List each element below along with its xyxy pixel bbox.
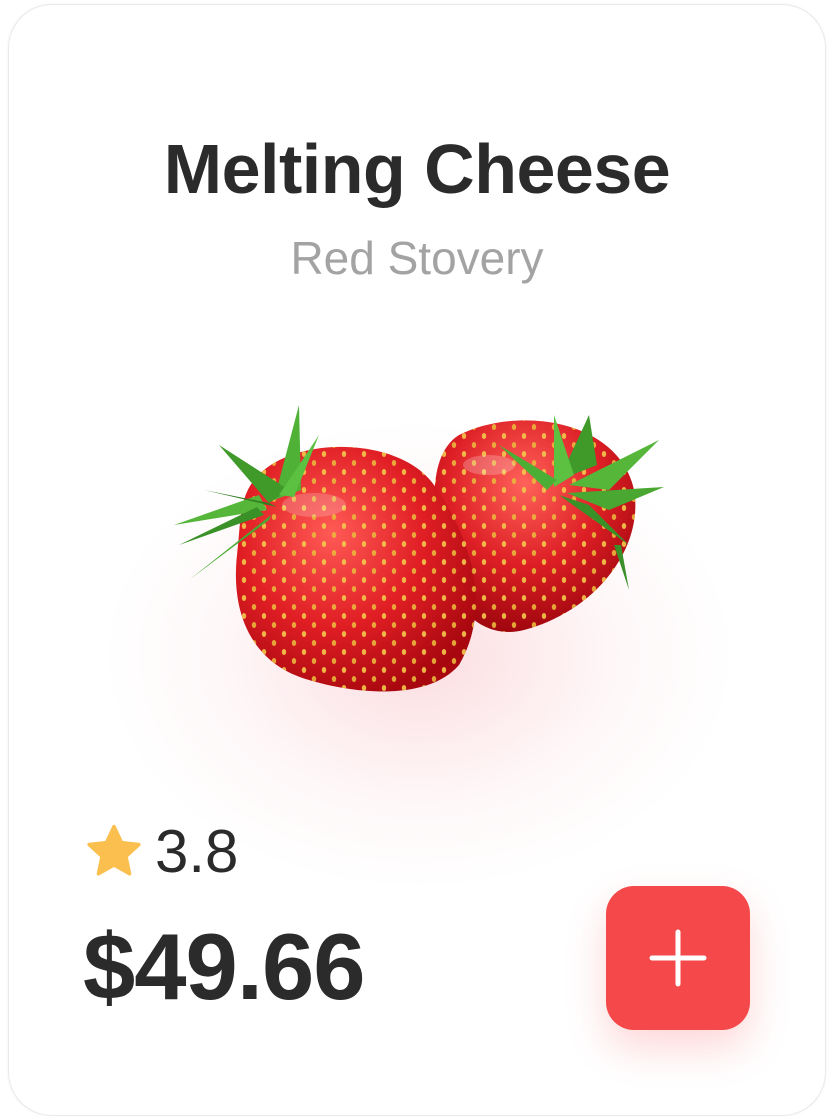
plus-icon: [649, 929, 707, 987]
product-name: Melting Cheese: [163, 130, 671, 208]
product-card[interactable]: Melting Cheese Red Stovery 3.8 $49.66: [8, 4, 826, 1116]
strawberry-left: [174, 405, 476, 692]
product-price: $49.66: [83, 914, 366, 1019]
product-vendor: Red Stovery: [290, 232, 544, 284]
rating: 3.8: [83, 817, 238, 887]
star-icon: [87, 824, 141, 876]
rating-value: 3.8: [155, 818, 239, 885]
strawberries-image: [174, 405, 664, 692]
add-to-cart-button[interactable]: [606, 886, 750, 1030]
